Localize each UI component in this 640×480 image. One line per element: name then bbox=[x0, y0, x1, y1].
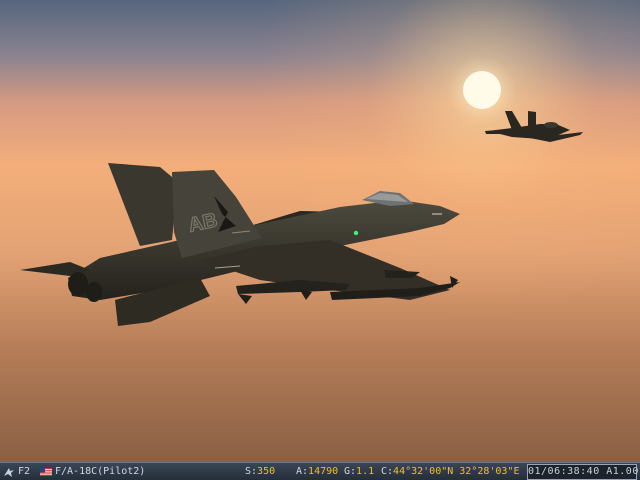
altitude-readout: A:14790 bbox=[296, 465, 338, 479]
mission-clock: 01/06:38:40 A1.00 bbox=[527, 464, 638, 480]
view-key: F2 bbox=[18, 466, 31, 477]
game-viewport: AB bbox=[0, 0, 640, 462]
sun-icon bbox=[463, 71, 501, 109]
coordinates-readout: C:44°32'00"N 32°28'03"E bbox=[381, 465, 519, 479]
speed-label: S: bbox=[245, 466, 258, 477]
altitude-label: A: bbox=[296, 466, 309, 477]
altitude-value: 14790 bbox=[308, 466, 339, 477]
speed-value: 350 bbox=[257, 466, 276, 477]
g-label: G: bbox=[344, 466, 357, 477]
speed-readout: S:350 bbox=[245, 465, 275, 479]
g-load-readout: G:1.1 bbox=[344, 465, 374, 479]
status-bar: F2 F/A-18C(Pilot2) S:350 A:14790 G:1.1 C… bbox=[0, 462, 640, 480]
coord-value: 44°32'00"N 32°28'03"E bbox=[393, 466, 520, 477]
g-value: 1.1 bbox=[356, 466, 375, 477]
coord-label: C: bbox=[381, 466, 394, 477]
external-view-icon bbox=[4, 468, 14, 477]
us-flag-icon bbox=[40, 468, 52, 476]
aircraft-label: F/A-18C(Pilot2) bbox=[55, 466, 146, 477]
